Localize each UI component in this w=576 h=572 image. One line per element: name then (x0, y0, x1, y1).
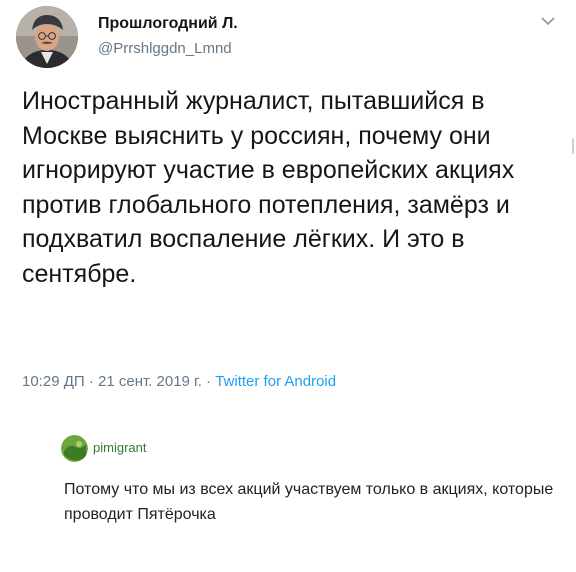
author-avatar[interactable] (16, 6, 78, 68)
meta-separator: · (88, 373, 94, 390)
tweet-meta: 10:29 ДП · 21 сент. 2019 г. · Twitter fo… (22, 373, 336, 390)
chevron-down-icon[interactable] (540, 14, 556, 26)
tweet-source-app[interactable]: Twitter for Android (215, 373, 336, 390)
comment-text: Потому что мы из всех акций участвуем то… (64, 481, 554, 523)
tweet-time[interactable]: 10:29 ДП (22, 373, 85, 390)
tweet-text: Иностранный журналист, пытавшийся в Моск… (22, 87, 515, 288)
tweet-card: Прошлогодний Л. @Prrshlggdn_Lmnd Иностра… (0, 0, 576, 410)
commenter-avatar-image (61, 435, 88, 462)
author-handle[interactable]: @Prrshlggdn_Lmnd (98, 40, 232, 57)
avatar-photo (16, 6, 78, 68)
comment-card: pimigrant Потому что мы из всех акций уч… (0, 410, 576, 572)
commenter-username[interactable]: pimigrant (93, 440, 146, 455)
commenter-avatar[interactable] (61, 435, 88, 462)
scrollbar-thumb[interactable] (572, 138, 574, 154)
tweet-date[interactable]: 21 сент. 2019 г. (98, 373, 202, 390)
screenshot: Прошлогодний Л. @Prrshlggdn_Lmnd Иностра… (0, 0, 576, 572)
meta-separator: · (206, 373, 212, 390)
author-name[interactable]: Прошлогодний Л. (98, 15, 238, 33)
